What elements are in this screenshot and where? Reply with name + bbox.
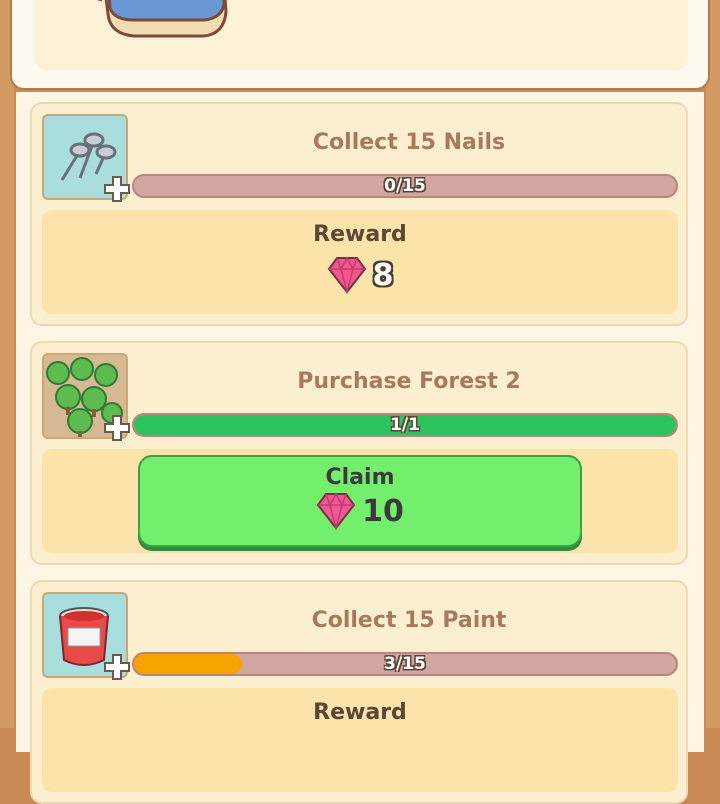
quest-thumbnail	[42, 114, 130, 202]
reward-box: Reward 8	[42, 210, 678, 314]
quest-title: Purchase Forest 2	[297, 369, 521, 394]
gem-icon	[316, 492, 356, 530]
progress-text: 0/15	[384, 176, 426, 196]
claim-reward-value: 10	[140, 492, 580, 530]
claim-amount: 10	[362, 493, 404, 529]
reward-label: Reward	[313, 700, 407, 725]
quest-card-forest: Purchase Forest 2 1/1 Claim 10	[30, 341, 688, 565]
quest-thumbnail	[42, 353, 130, 441]
quest-thumbnail	[42, 592, 130, 680]
header-panel	[10, 0, 710, 90]
quest-list[interactable]: Collect 15 Nails 0/15 Reward 8 Purchase …	[16, 92, 704, 804]
claim-button[interactable]: Claim 10	[138, 455, 582, 547]
reward-box: Claim 10	[42, 449, 678, 553]
quest-progress-bar: 3/15	[132, 652, 678, 676]
quest-card-nails: Collect 15 Nails 0/15 Reward 8	[30, 102, 688, 326]
quest-progress-bar: 0/15	[132, 174, 678, 198]
claim-label: Claim	[325, 465, 395, 490]
add-plus-icon[interactable]	[102, 652, 132, 682]
progress-text: 1/1	[390, 415, 420, 435]
left-wood-frame	[0, 0, 14, 728]
reward-value: 8	[42, 256, 678, 294]
reward-label: Reward	[313, 222, 407, 247]
gem-icon	[327, 256, 366, 294]
reward-amount: 8	[372, 257, 394, 293]
progress-text: 3/15	[384, 654, 426, 674]
reward-box: Reward	[42, 688, 678, 792]
quest-card-paint: Collect 15 Paint 3/15 Reward	[30, 580, 688, 804]
quest-title: Collect 15 Nails	[312, 130, 506, 155]
add-plus-icon[interactable]	[102, 174, 132, 204]
header-inner	[34, 0, 688, 70]
mascot-character-icon	[96, 0, 228, 38]
right-wood-frame	[706, 0, 720, 728]
quest-title: Collect 15 Paint	[311, 608, 507, 633]
add-plus-icon[interactable]	[102, 413, 132, 443]
quest-progress-bar: 1/1	[132, 413, 678, 437]
